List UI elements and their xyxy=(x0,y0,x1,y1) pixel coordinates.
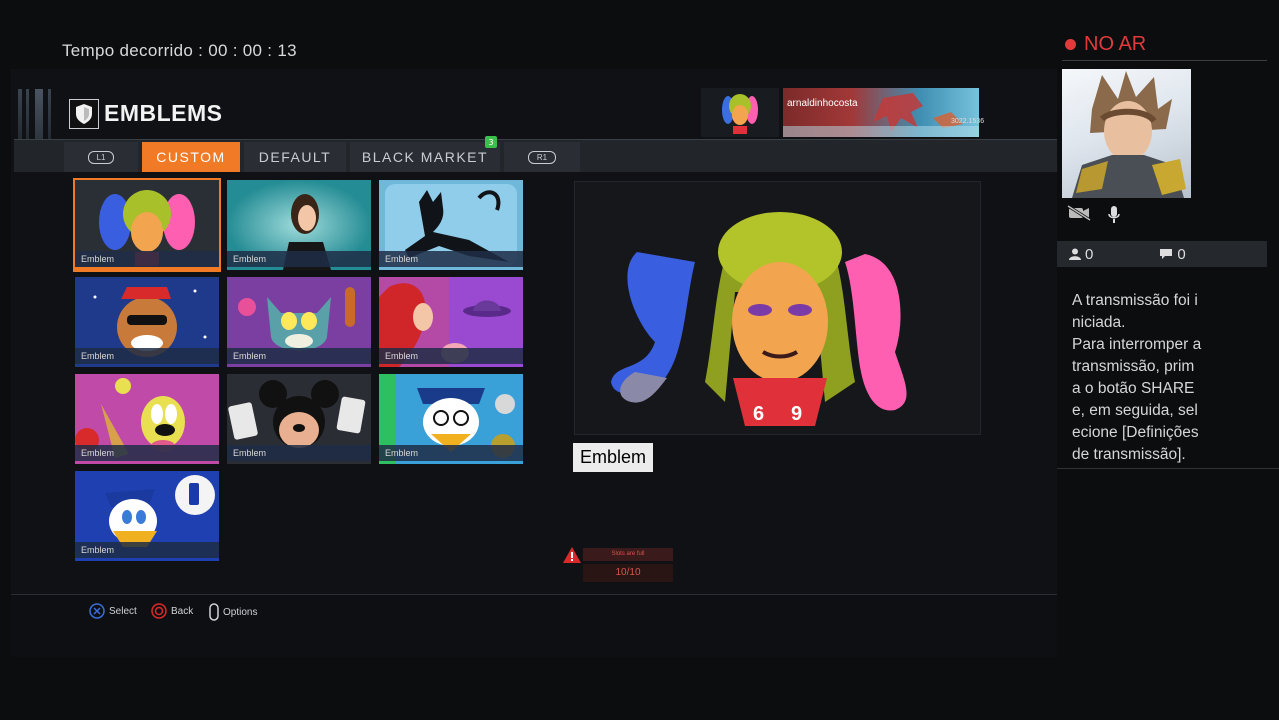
player-name: arnaldinhocosta xyxy=(787,98,858,109)
game-screen: EMBLEMS arnaldinhocosta 3022.1536 L1 CUS… xyxy=(11,69,1057,657)
new-items-badge: 3 xyxy=(485,136,497,148)
preview-name-label: Emblem xyxy=(573,443,653,472)
emblem-label: Emblem xyxy=(379,251,523,267)
options-hint[interactable]: Options xyxy=(209,603,257,621)
circle-button-icon xyxy=(151,603,167,619)
viewers-count: 0 xyxy=(1085,245,1094,263)
shield-icon xyxy=(69,99,99,129)
svg-text:9: 9 xyxy=(791,403,802,425)
emblem-slot-5[interactable]: Emblem xyxy=(227,277,371,367)
slots-warning-text: Slots are full xyxy=(583,548,673,561)
warning-icon xyxy=(563,547,581,563)
camera-off-icon[interactable] xyxy=(1067,205,1091,221)
select-hint[interactable]: Select xyxy=(89,603,137,619)
microphone-icon[interactable] xyxy=(1107,205,1121,225)
stream-stats: 0 0 xyxy=(1057,241,1267,267)
live-dot-icon xyxy=(1065,39,1076,50)
emblem-label: Emblem xyxy=(75,251,219,267)
camera-avatar xyxy=(1062,69,1191,198)
emblem-slot-2[interactable]: Emblem xyxy=(227,180,371,270)
tab-custom[interactable]: CUSTOM xyxy=(142,142,240,172)
harley-quinn-icon: 6 9 xyxy=(611,212,907,426)
options-button-icon xyxy=(209,603,219,621)
emblem-label: Emblem xyxy=(227,348,371,364)
select-hint-label: Select xyxy=(109,605,137,617)
svg-text:6: 6 xyxy=(753,403,764,425)
player-card: arnaldinhocosta 3022.1536 xyxy=(701,88,1007,137)
tab-default[interactable]: DEFAULT xyxy=(244,142,346,172)
emblem-label: Emblem xyxy=(75,445,219,461)
r1-button-icon: R1 xyxy=(527,150,557,164)
emblem-slot-9[interactable]: Emblem xyxy=(379,374,523,464)
stream-info-text: A transmissão foi i niciada. Para interr… xyxy=(1072,292,1202,463)
live-label: NO AR xyxy=(1084,33,1147,55)
emblem-label: Emblem xyxy=(75,542,219,558)
comments-count: 0 xyxy=(1177,245,1186,263)
viewer-icon xyxy=(1069,248,1081,260)
emblem-label: Emblem xyxy=(379,348,523,364)
comments-stat: 0 xyxy=(1159,245,1186,263)
slots-warning: Slots are full 10/10 xyxy=(563,547,673,587)
emblem-label: Emblem xyxy=(227,251,371,267)
character-portrait-icon xyxy=(1072,71,1186,198)
tab-bar: L1 CUSTOM DEFAULT BLACK MARKET R1 xyxy=(14,139,1057,172)
player-id: 3022.1536 xyxy=(951,118,985,125)
emblem-slot-10[interactable]: Emblem xyxy=(75,471,219,561)
emblem-slot-3[interactable]: Emblem xyxy=(379,180,523,270)
slots-count: 10/10 xyxy=(583,564,673,582)
media-controls xyxy=(1067,205,1121,225)
emblem-slot-6[interactable]: Emblem xyxy=(379,277,523,367)
emblem-label: Emblem xyxy=(227,445,371,461)
tab-black-market[interactable]: BLACK MARKET xyxy=(350,142,500,172)
player-banner xyxy=(783,88,979,137)
stream-panel: NO AR 0 0 A transmissão foi i niciada. P… xyxy=(1057,0,1279,720)
cross-button-icon xyxy=(89,603,105,619)
emblem-preview: 6 9 xyxy=(574,181,981,435)
options-hint-label: Options xyxy=(223,606,258,618)
emblem-label: Emblem xyxy=(75,348,219,364)
back-hint[interactable]: Back xyxy=(151,603,193,619)
emblem-label: Emblem xyxy=(379,445,523,461)
emblem-slot-7[interactable]: Emblem xyxy=(75,374,219,464)
viewers-stat: 0 xyxy=(1069,246,1093,263)
page-title: EMBLEMS xyxy=(104,100,223,126)
live-indicator: NO AR xyxy=(1065,33,1146,56)
emblem-slot-4[interactable]: Emblem xyxy=(75,277,219,367)
divider xyxy=(1057,468,1279,469)
elapsed-time-label: Tempo decorrido : 00 : 00 : 13 xyxy=(62,41,297,60)
comment-icon xyxy=(1160,249,1173,259)
tab-right-bumper[interactable]: R1 xyxy=(504,142,580,172)
emblem-slot-8[interactable]: Emblem xyxy=(227,374,371,464)
emblem-slot-1[interactable]: Emblem xyxy=(73,178,221,272)
player-emblem-icon xyxy=(701,88,779,137)
divider xyxy=(1062,60,1267,61)
tab-left-bumper[interactable]: L1 xyxy=(64,142,138,172)
back-hint-label: Back xyxy=(171,605,194,617)
l1-button-icon: L1 xyxy=(87,150,115,164)
